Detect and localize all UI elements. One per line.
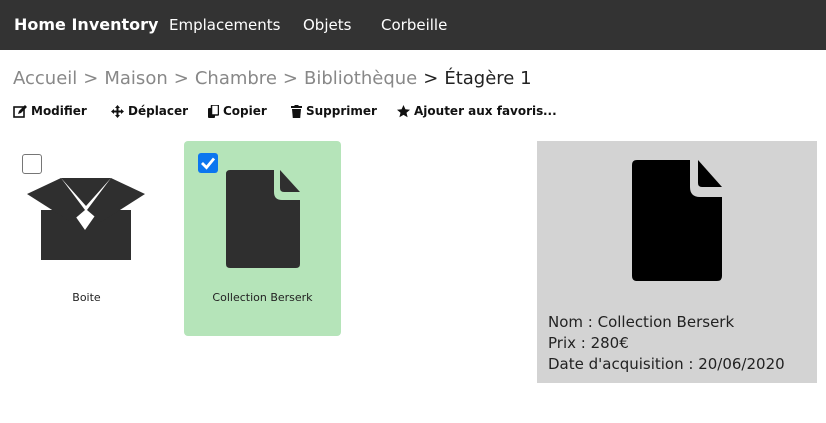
- trash-icon: [291, 104, 302, 118]
- breadcrumb-separator: >: [282, 68, 298, 89]
- supprimer-label: Supprimer: [306, 104, 377, 118]
- breadcrumb-separator: >: [83, 68, 99, 89]
- breadcrumb-separator: >: [173, 68, 189, 89]
- item-label: Boite: [72, 291, 101, 304]
- item-card-boite[interactable]: Boite: [14, 141, 171, 336]
- edit-icon: [13, 104, 27, 118]
- breadcrumb-maison[interactable]: Maison: [104, 68, 167, 89]
- favoris-button[interactable]: Ajouter aux favoris: [397, 104, 543, 118]
- item-checkbox[interactable]: [22, 154, 42, 174]
- move-icon: [111, 104, 124, 118]
- breadcrumb-accueil[interactable]: Accueil: [13, 68, 77, 89]
- modifier-label: Modifier: [31, 104, 87, 118]
- details-prix: Prix : 280€: [548, 334, 629, 352]
- more-actions-button[interactable]: ...: [543, 104, 557, 118]
- favoris-label: Ajouter aux favoris: [414, 104, 544, 118]
- star-icon: [397, 104, 410, 117]
- item-card-collection-berserk[interactable]: Collection Berserk: [184, 141, 341, 336]
- breadcrumb-bibliotheque[interactable]: Bibliothèque: [304, 68, 417, 89]
- brand-link[interactable]: Home Inventory: [14, 15, 158, 34]
- nav-emplacements[interactable]: Emplacements: [169, 16, 281, 34]
- copy-icon: [208, 104, 219, 118]
- box-icon: [27, 178, 145, 260]
- copier-label: Copier: [223, 104, 267, 118]
- checkmark-icon: [201, 157, 216, 170]
- modifier-button[interactable]: Modifier: [13, 104, 87, 118]
- action-toolbar: Modifier Déplacer Copier Supprimer Ajout…: [13, 104, 573, 122]
- breadcrumb-current: Étagère 1: [444, 68, 532, 89]
- item-label: Collection Berserk: [212, 291, 313, 304]
- supprimer-button[interactable]: Supprimer: [291, 104, 377, 118]
- details-date: Date d'acquisition : 20/06/2020: [548, 355, 785, 373]
- details-panel: Nom : Collection Berserk Prix : 280€ Dat…: [537, 141, 817, 383]
- top-navbar: Home Inventory Emplacements Objets Corbe…: [0, 0, 826, 50]
- breadcrumb: Accueil > Maison > Chambre > Bibliothèque > Étag…: [13, 68, 532, 89]
- deplacer-button[interactable]: Déplacer: [111, 104, 188, 118]
- breadcrumb-chambre[interactable]: Chambre: [195, 68, 277, 89]
- details-nom: Nom : Collection Berserk: [548, 313, 735, 331]
- breadcrumb-separator: >: [423, 68, 439, 89]
- nav-corbeille[interactable]: Corbeille: [381, 16, 447, 34]
- file-icon: [226, 170, 300, 268]
- copier-button[interactable]: Copier: [208, 104, 267, 118]
- deplacer-label: Déplacer: [128, 104, 189, 118]
- item-checkbox-checked[interactable]: [198, 153, 218, 173]
- file-icon: [632, 160, 722, 281]
- nav-objets[interactable]: Objets: [303, 16, 351, 34]
